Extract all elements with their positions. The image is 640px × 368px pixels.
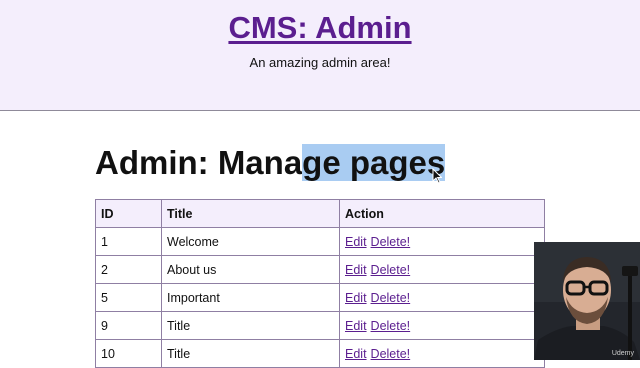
delete-link[interactable]: Delete! [371,347,411,361]
table-header-row: ID Title Action [95,199,545,228]
delete-link[interactable]: Delete! [371,263,411,277]
table-row: 10 Title Edit Delete! [95,339,545,368]
page-title-text: Admin: Mana [95,144,303,181]
row-actions: Edit Delete! [339,311,545,340]
row-id: 5 [95,283,162,312]
edit-link[interactable]: Edit [345,319,367,333]
delete-link[interactable]: Delete! [371,291,411,305]
pages-table: ID Title Action 1 Welcome Edit Delete! 2 … [95,199,545,368]
row-id: 10 [95,339,162,368]
row-actions: Edit Delete! [339,339,545,368]
delete-link[interactable]: Delete! [371,235,411,249]
webcam-overlay: Udemy [534,242,640,360]
row-title: Welcome [161,227,340,256]
table-row: 2 About us Edit Delete! [95,255,545,284]
site-subtitle: An amazing admin area! [249,55,391,70]
presenter-image [534,242,640,360]
row-actions: Edit Delete! [339,227,545,256]
row-actions: Edit Delete! [339,255,545,284]
page-title: Admin: Manage pages [95,142,446,184]
edit-link[interactable]: Edit [345,235,367,249]
table-row: 9 Title Edit Delete! [95,311,545,340]
column-header-title: Title [161,199,340,228]
mouse-cursor-icon [432,168,442,184]
table-row: 1 Welcome Edit Delete! [95,227,545,256]
column-header-action: Action [339,199,545,228]
site-title-link[interactable]: CMS: Admin [228,10,411,45]
row-actions: Edit Delete! [339,283,545,312]
column-header-id: ID [95,199,162,228]
edit-link[interactable]: Edit [345,291,367,305]
row-id: 2 [95,255,162,284]
delete-link[interactable]: Delete! [371,319,411,333]
row-id: 9 [95,311,162,340]
row-title: Title [161,311,340,340]
watermark: Udemy [611,350,634,357]
row-id: 1 [95,227,162,256]
site-title: CMS: Admin [0,10,640,46]
row-title: Title [161,339,340,368]
edit-link[interactable]: Edit [345,263,367,277]
row-title: About us [161,255,340,284]
page-title-selected-text: ge pages [302,144,446,181]
table-row: 5 Important Edit Delete! [95,283,545,312]
site-header: CMS: Admin An amazing admin area! [0,0,640,111]
row-title: Important [161,283,340,312]
edit-link[interactable]: Edit [345,347,367,361]
